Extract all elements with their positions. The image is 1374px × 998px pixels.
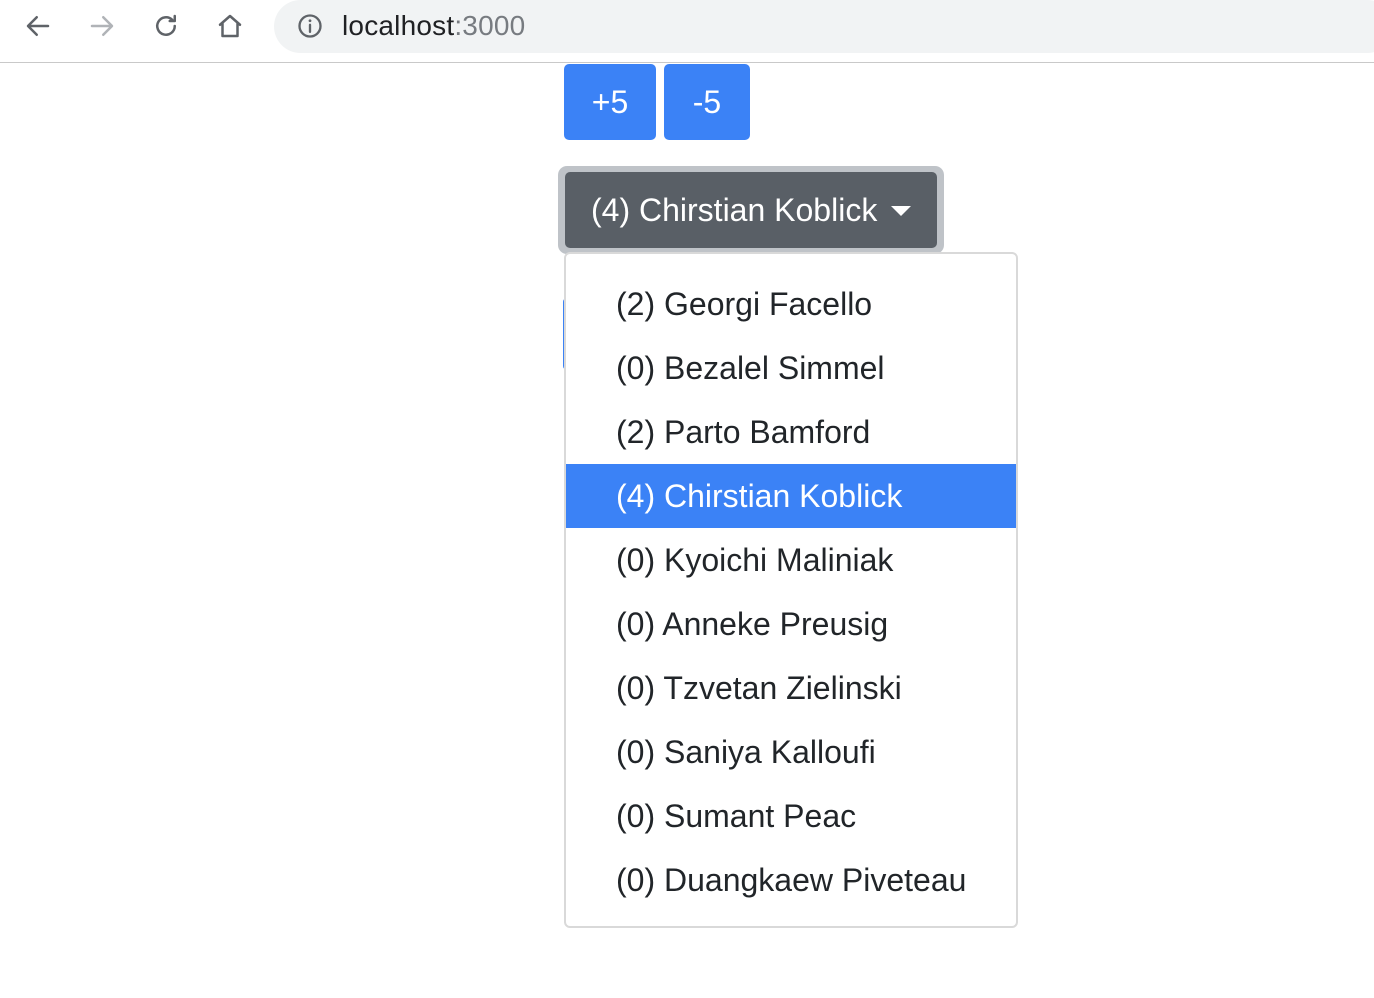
minus-five-button[interactable]: -5 [664,64,750,140]
dropdown-item[interactable]: (0) Tzvetan Zielinski [566,656,1016,720]
dropdown-item[interactable]: (0) Kyoichi Maliniak [566,528,1016,592]
back-arrow-icon [26,16,50,36]
dropdown-item[interactable]: (2) Parto Bamford [566,400,1016,464]
dropdown-item-active[interactable]: (4) Chirstian Koblick [566,464,1016,528]
home-icon [218,14,242,38]
forward-button[interactable] [82,6,122,46]
dropdown-item[interactable]: (0) Sumant Peac [566,784,1016,848]
browser-toolbar: localhost:3000 [0,0,1374,63]
reload-button[interactable] [146,6,186,46]
dropdown-selected-label: (4) Chirstian Koblick [591,191,878,228]
url-text[interactable]: localhost:3000 [342,10,525,42]
dropdown-item[interactable]: (0) Anneke Preusig [566,592,1016,656]
url-port: :3000 [454,10,526,41]
plus-five-button[interactable]: +5 [564,64,656,140]
url-host: localhost [342,10,455,41]
home-button[interactable] [210,6,250,46]
reload-icon [156,14,176,36]
dropdown-menu: (2) Georgi Facello (0) Bezalel Simmel (2… [564,252,1018,928]
dropdown-item[interactable]: (0) Saniya Kalloufi [566,720,1016,784]
info-icon[interactable] [296,12,324,40]
forward-arrow-icon [90,16,114,36]
employee-dropdown-toggle[interactable]: (4) Chirstian Koblick [565,172,937,248]
back-button[interactable] [18,6,58,46]
caret-down-icon [891,206,911,216]
dropdown-item[interactable]: (0) Duangkaew Piveteau [566,848,1016,912]
address-bar[interactable]: localhost:3000 [274,0,1374,53]
dropdown-item[interactable]: (2) Georgi Facello [566,272,1016,336]
dropdown-focus-ring: (4) Chirstian Koblick [558,166,944,254]
dropdown-item[interactable]: (0) Bezalel Simmel [566,336,1016,400]
